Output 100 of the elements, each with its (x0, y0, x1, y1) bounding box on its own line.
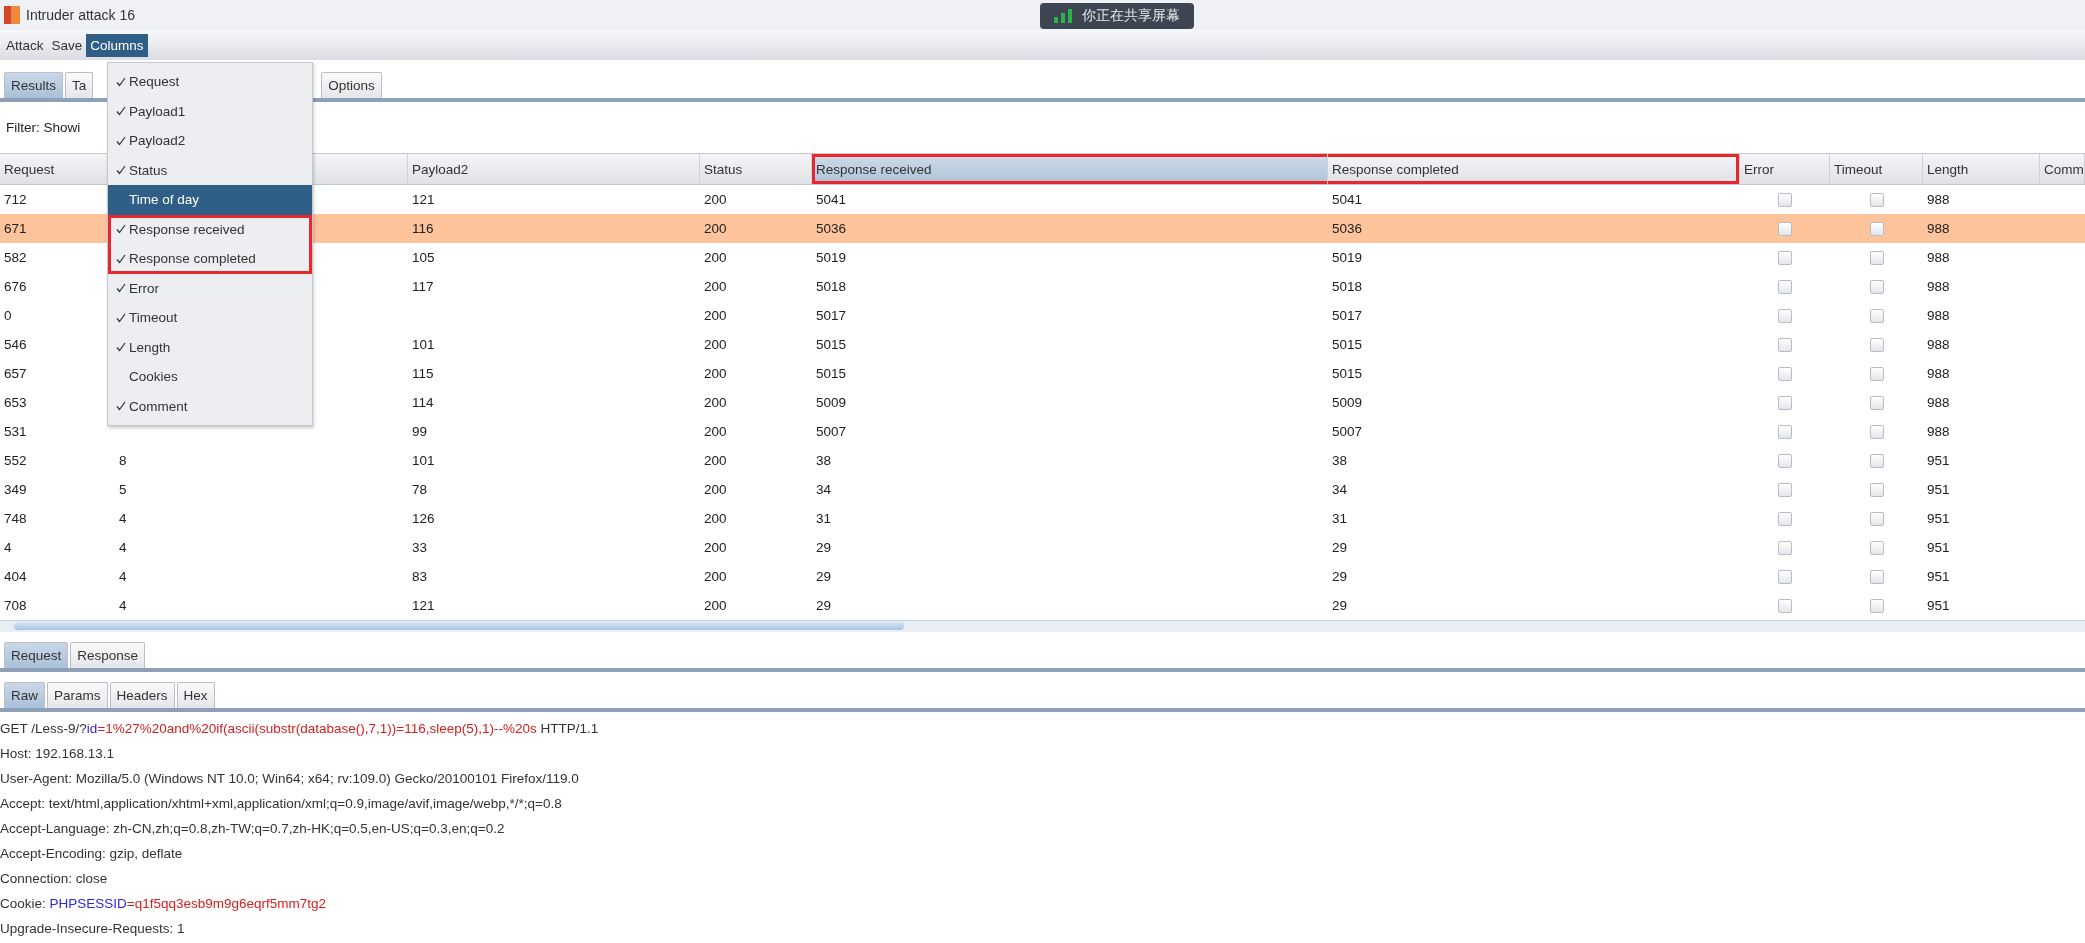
column-header[interactable]: Response completed (1328, 154, 1740, 184)
table-cell-text: 200 (703, 598, 728, 613)
table-cell-text: 33 (411, 540, 429, 555)
checkbox[interactable] (1778, 540, 1792, 555)
checkbox[interactable] (1778, 279, 1792, 294)
tab[interactable]: Request (4, 642, 69, 668)
column-header[interactable]: Payload2 (408, 154, 700, 184)
table-cell-text: 200 (703, 250, 728, 265)
scrollbar[interactable] (0, 620, 2085, 632)
checkbox[interactable] (1869, 540, 1884, 555)
table-cell-text: 5009 (815, 395, 848, 410)
menu-item[interactable]: Payload2 (108, 126, 312, 156)
column-header[interactable]: Length (1923, 154, 2040, 184)
table-cell-text: 5007 (815, 424, 848, 439)
table-cell-text: 988 (1926, 279, 1951, 294)
table-cell-text: 38 (815, 453, 833, 468)
checkbox[interactable] (1869, 337, 1884, 352)
app-icon (4, 6, 20, 24)
table-cell-text: 708 (3, 598, 28, 613)
checkbox[interactable] (1778, 569, 1792, 584)
request-line: Accept-Encoding: gzip, deflate (0, 845, 184, 863)
table-cell-text: 101 (411, 453, 436, 468)
checkbox[interactable] (1778, 366, 1792, 381)
screen-share-text: 你正在共享屏幕 (1082, 7, 1180, 25)
checkbox[interactable] (1869, 395, 1884, 410)
table-cell-text: 4 (118, 511, 128, 526)
table-cell-text: 78 (411, 482, 429, 497)
menu-item[interactable]: Payload1 (108, 96, 312, 126)
table-cell-text: 671 (3, 221, 28, 236)
checkbox[interactable] (1869, 598, 1884, 613)
table-cell-text: 988 (1926, 395, 1951, 410)
menu-item[interactable]: Request (108, 67, 312, 97)
table-cell-text: 5041 (815, 192, 848, 207)
filter-text: Filter: Showi (6, 120, 81, 135)
request-line: Accept: text/html,application/xhtml+xml,application/xml;q=0.9,image/avif,image/webp,*/*;q=0.8 (0, 795, 563, 813)
checkbox[interactable] (1869, 250, 1884, 265)
table-cell-text: 200 (703, 511, 728, 526)
checkbox[interactable] (1869, 569, 1884, 584)
menu-item[interactable]: Time of day (108, 185, 312, 215)
check-icon (116, 342, 126, 353)
table-cell-text: 200 (703, 569, 728, 584)
menu-item[interactable]: Columns (86, 33, 148, 57)
table-cell-text: 657 (3, 366, 28, 381)
menu-item[interactable]: Error (108, 273, 312, 303)
tab[interactable]: Headers (109, 682, 175, 708)
column-header[interactable]: Error (1740, 154, 1830, 184)
checkbox[interactable] (1869, 424, 1884, 439)
table-cell-text: 29 (1331, 540, 1349, 555)
table-cell-text: 114 (411, 395, 435, 410)
menu-item[interactable]: Response received (108, 214, 312, 244)
checkbox[interactable] (1869, 308, 1884, 323)
tab[interactable]: Response (70, 642, 146, 668)
checkbox[interactable] (1778, 395, 1792, 410)
table-cell-text: 38 (1331, 453, 1349, 468)
table-cell-text: 83 (411, 569, 429, 584)
menu-item[interactable]: Length (108, 332, 312, 362)
checkbox[interactable] (1778, 598, 1792, 613)
table-cell-text: 101 (411, 337, 436, 352)
tab[interactable]: Results (4, 72, 63, 98)
menu-item[interactable]: Save (47, 33, 87, 57)
check-icon (116, 135, 126, 146)
table-cell-text: 117 (411, 279, 435, 294)
menu-item[interactable]: Timeout (108, 303, 312, 333)
checkbox[interactable] (1869, 482, 1884, 497)
menu-item[interactable]: Comment (108, 391, 312, 421)
checkbox[interactable] (1869, 511, 1884, 526)
column-header[interactable]: Response received (812, 154, 1328, 184)
checkbox[interactable] (1778, 424, 1792, 439)
menu-item[interactable]: Attack (2, 33, 48, 57)
checkbox[interactable] (1778, 453, 1792, 468)
tab[interactable]: Options (321, 72, 382, 98)
menu-item[interactable]: Cookies (108, 362, 312, 392)
table-cell-text: 988 (1926, 366, 1951, 381)
checkbox[interactable] (1778, 482, 1792, 497)
checkbox[interactable] (1869, 366, 1884, 381)
table-cell-text: 582 (3, 250, 28, 265)
table-cell-text: 200 (703, 540, 728, 555)
checkbox[interactable] (1778, 337, 1792, 352)
checkbox[interactable] (1778, 192, 1792, 207)
checkbox[interactable] (1778, 511, 1792, 526)
column-header[interactable]: Comm (2040, 154, 2085, 184)
checkbox[interactable] (1778, 250, 1792, 265)
tab[interactable]: Params (47, 682, 108, 708)
check-icon (116, 401, 126, 412)
tab[interactable]: Raw (4, 682, 45, 708)
menu-item[interactable]: Response completed (108, 244, 312, 274)
checkbox[interactable] (1869, 221, 1884, 236)
checkbox[interactable] (1778, 308, 1792, 323)
checkbox[interactable] (1869, 279, 1884, 294)
checkbox[interactable] (1869, 453, 1884, 468)
request-line: User-Agent: Mozilla/5.0 (Windows NT 10.0; Win64; x64; rv:109.0) Gecko/20100101 Firefox/119.0 (0, 770, 580, 788)
tab[interactable]: Ta (65, 72, 94, 98)
table-cell-text: 29 (1331, 598, 1349, 613)
table-cell-text: 951 (1926, 569, 1951, 584)
table-cell-text: 29 (815, 598, 833, 613)
column-header[interactable]: Timeout (1830, 154, 1923, 184)
checkbox[interactable] (1778, 221, 1792, 236)
checkbox[interactable] (1869, 192, 1884, 207)
tab[interactable]: Hex (176, 682, 215, 708)
table-cell-text: 988 (1926, 308, 1951, 323)
